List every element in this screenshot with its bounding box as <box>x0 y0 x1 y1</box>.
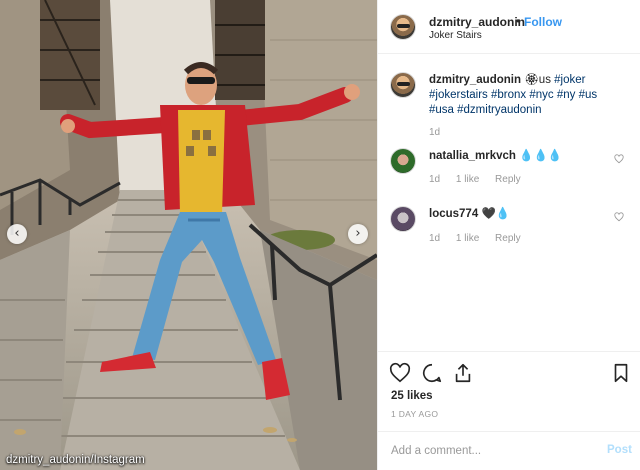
bookmark-icon[interactable] <box>610 362 632 384</box>
comment-meta: 1d 1 like Reply <box>429 233 534 244</box>
hashtag[interactable]: #ny <box>557 89 576 101</box>
avatar[interactable] <box>390 72 416 98</box>
comment-body: 💧💧💧 <box>519 150 563 162</box>
hashtag[interactable]: #nyc <box>529 89 553 101</box>
hashtag[interactable]: #usa <box>429 104 454 116</box>
hashtag[interactable]: #us <box>579 89 598 101</box>
comment-bubble-icon[interactable] <box>421 362 443 384</box>
photo-scene <box>0 0 377 470</box>
hashtag[interactable]: #jokerstairs <box>429 89 488 101</box>
post-photo[interactable]: ‹ › dzmitry_audonin/Instagram <box>0 0 377 470</box>
avatar[interactable] <box>390 206 416 232</box>
caption-username[interactable]: dzmitry_audonin <box>429 74 521 86</box>
add-comment-bar: Post <box>378 431 640 470</box>
post-timestamp: 1 DAY AGO <box>391 409 439 419</box>
reply-button[interactable]: Reply <box>495 233 521 244</box>
comment-age: 1d <box>429 233 441 244</box>
photo-credit: dzmitry_audonin/Instagram <box>6 454 145 466</box>
hashtag[interactable]: #bronx <box>491 89 526 101</box>
separator-dot: • <box>516 14 521 28</box>
follow-button[interactable]: Follow <box>524 15 562 29</box>
comment-meta: 1d 1 like Reply <box>429 174 534 185</box>
caption-meta: 1d <box>429 127 453 138</box>
comment-text: natallia_mrkvch 💧💧💧 <box>429 149 624 164</box>
like-comment-heart-icon[interactable] <box>614 154 624 164</box>
previous-photo-button[interactable]: ‹ <box>7 224 27 244</box>
like-comment-heart-icon[interactable] <box>614 212 624 222</box>
header-username[interactable]: dzmitry_audonin <box>429 15 525 29</box>
post-comment-button[interactable]: Post <box>607 444 632 456</box>
avatar[interactable] <box>390 14 416 40</box>
caption-text: dzmitry_audonin 🏵us #joker #jokerstairs … <box>429 73 624 118</box>
post-side-panel: dzmitry_audonin • Follow Joker Stairs dz… <box>377 0 640 470</box>
likes-count[interactable]: 25 likes <box>391 390 433 402</box>
share-icon[interactable] <box>452 362 474 384</box>
comment-text: locus774 🖤💧 <box>429 207 624 222</box>
hashtag[interactable]: #joker <box>554 74 585 86</box>
comment-username[interactable]: locus774 <box>429 208 478 220</box>
avatar[interactable] <box>390 148 416 174</box>
chevron-left-icon: ‹ <box>14 226 20 241</box>
post-header: dzmitry_audonin • Follow Joker Stairs <box>378 0 640 54</box>
next-photo-button[interactable]: › <box>348 224 368 244</box>
comment-body: 🖤💧 <box>481 208 511 220</box>
caption-prefix: 🏵us <box>521 74 555 86</box>
add-comment-input[interactable] <box>391 442 591 460</box>
comment-age: 1d <box>429 174 441 185</box>
comment-likes[interactable]: 1 like <box>456 233 479 244</box>
like-heart-icon[interactable] <box>389 362 411 384</box>
post-actions: 25 likes 1 DAY AGO <box>378 351 640 431</box>
chevron-right-icon: › <box>355 226 361 241</box>
location-link[interactable]: Joker Stairs <box>429 30 482 41</box>
reply-button[interactable]: Reply <box>495 174 521 185</box>
comment-likes[interactable]: 1 like <box>456 174 479 185</box>
comment-username[interactable]: natallia_mrkvch <box>429 150 516 162</box>
caption-age: 1d <box>429 127 441 138</box>
hashtag[interactable]: #dzmitryaudonin <box>457 104 541 116</box>
